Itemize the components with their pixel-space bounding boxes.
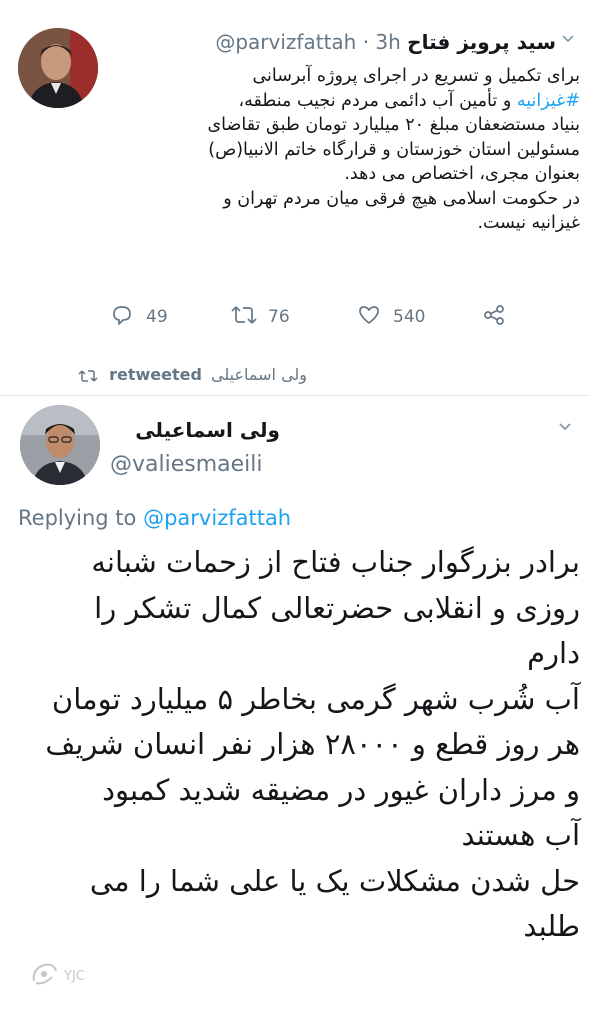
yjc-watermark: YJC (30, 961, 110, 991)
tweet2-line: آب شُرب شهر گرمی بخاطر ۵ میلیارد تومان (51, 681, 580, 716)
share-icon (482, 304, 506, 331)
replying-handle-link[interactable]: @parvizfattah (143, 506, 291, 530)
tweet2-line: روزی و انقلابی حضرتعالی کمال تشکر را (94, 590, 580, 625)
tweet1-line-2: #غیزانیه و تأمین آب دائمی مردم نجیب منطق… (110, 89, 580, 114)
retweeted-label: retweeted (109, 365, 202, 384)
heart-icon (357, 304, 381, 331)
share-button[interactable] (482, 304, 506, 331)
tweet2-handle[interactable]: @valiesmaeili (110, 452, 330, 477)
retweeter-name[interactable]: ولی اسماعیلی (211, 365, 307, 384)
avatar-parvizfattah[interactable] (18, 28, 98, 108)
watermark-label: YJC (64, 968, 85, 984)
tweet2-line: آب هستند (461, 818, 580, 852)
retweet-icon (230, 304, 258, 331)
avatar-valiesmaeili[interactable] (20, 405, 100, 485)
replying-prefix: Replying to (18, 506, 137, 530)
tweet1-line-1: برای تکمیل و تسریع در اجرای پروژه آبرسان… (252, 66, 580, 86)
retweet-button[interactable]: 76 (230, 305, 290, 329)
tweet1-line-4: مسئولین استان خوزستان و قرارگاه خاتم الا… (208, 139, 580, 160)
retweet-small-icon (78, 365, 103, 384)
tweet2-text: برادر بزرگوار جناب فتاح از زحمات شبانه ر… (12, 540, 580, 950)
tweet2-line: دارم (527, 636, 580, 670)
yjc-logo-icon (30, 961, 58, 991)
tweet1-line-2-text: و تأمین آب دائمی مردم نجیب منطقه، (238, 90, 517, 111)
retweet-count: 76 (268, 307, 290, 327)
retweeted-by-line: retweeted ولی اسماعیلی (78, 365, 328, 384)
reply-icon (110, 304, 134, 331)
tweet-divider (0, 395, 590, 396)
tweet2-line: حل شدن مشکلات یک یا علی شما را می (89, 863, 580, 898)
tweet2-line: و مرز داران غیور در مضیقه شدید کمبود (102, 772, 580, 807)
replying-to: Replying to @parvizfattah (18, 506, 438, 530)
tweet1-line-7: غیزانیه نیست. (477, 213, 580, 233)
hashtag-link[interactable]: #غیزانیه (517, 91, 580, 111)
reply-count: 49 (146, 307, 168, 327)
like-count: 540 (393, 307, 426, 327)
chevron-down-icon[interactable] (560, 30, 576, 50)
tweet2-line: طلبد (523, 909, 580, 943)
chevron-down-icon[interactable] (557, 418, 573, 438)
tweet1-handle-time[interactable]: @parvizfattah · 3h (215, 30, 400, 54)
tweet1-line-5: بعنوان مجری، اختصاص می دهد. (344, 164, 580, 184)
reply-button[interactable]: 49 (110, 305, 168, 329)
tweet1-author-name[interactable]: سید پرویز فتاح (407, 30, 556, 54)
like-button[interactable]: 540 (357, 305, 425, 329)
tweet2-line: هر روز قطع و ۲۸۰۰۰ هزار نفر انسان شریف (45, 727, 580, 761)
tweet1-text: برای تکمیل و تسریع در اجرای پروژه آبرسان… (110, 64, 580, 236)
tweet1-header: سید پرویز فتاح @parvizfattah · 3h (110, 28, 556, 56)
tweet2-line: برادر بزرگوار جناب فتاح از زحمات شبانه (91, 545, 580, 579)
tweet2-author-name[interactable]: ولی اسماعیلی (110, 418, 280, 442)
tweet1-line-6: در حکومت اسلامی هیچ فرقی میان مردم تهران… (223, 188, 580, 209)
tweet1-line-3: بنیاد مستضعفان مبلغ ۲۰ میلیارد تومان طبق… (207, 115, 580, 135)
